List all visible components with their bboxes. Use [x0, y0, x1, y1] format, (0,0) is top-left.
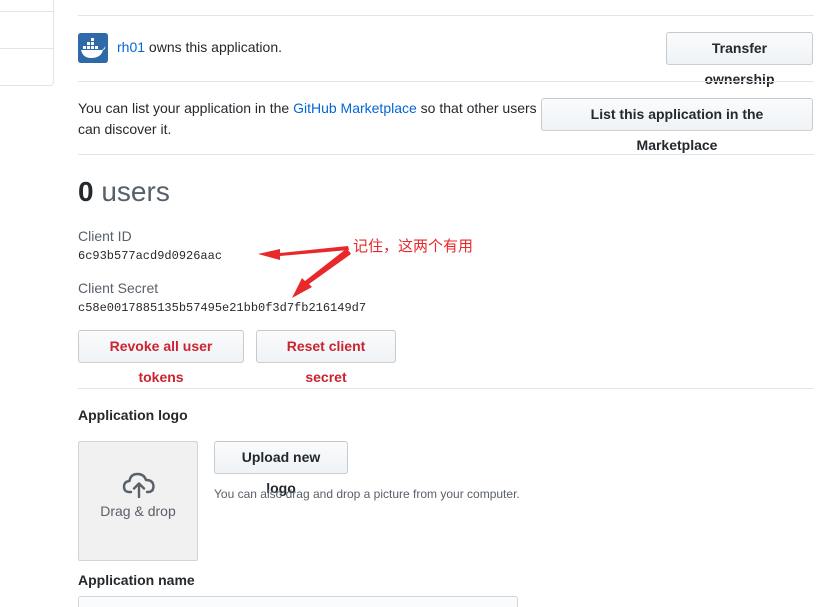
cloud-upload-icon: [122, 472, 155, 498]
arrow-to-client-secret: [292, 249, 351, 298]
application-name-title: Application name: [78, 572, 195, 588]
annotation-note: 记住，这两个有用: [353, 237, 474, 255]
revoke-user-tokens-button[interactable]: Revoke all user tokens: [78, 330, 244, 385]
application-name-input[interactable]: [78, 596, 518, 607]
upload-new-logo-button[interactable]: Upload new logo: [214, 441, 348, 496]
logo-dropzone[interactable]: Drag & drop: [78, 441, 198, 561]
application-logo-title: Application logo: [78, 407, 188, 423]
reset-client-secret-button[interactable]: Reset client secret: [256, 330, 396, 385]
divider: [78, 388, 814, 389]
dropzone-label: Drag & drop: [100, 503, 176, 519]
logo-upload-note: You can also drag and drop a picture fro…: [214, 487, 520, 501]
